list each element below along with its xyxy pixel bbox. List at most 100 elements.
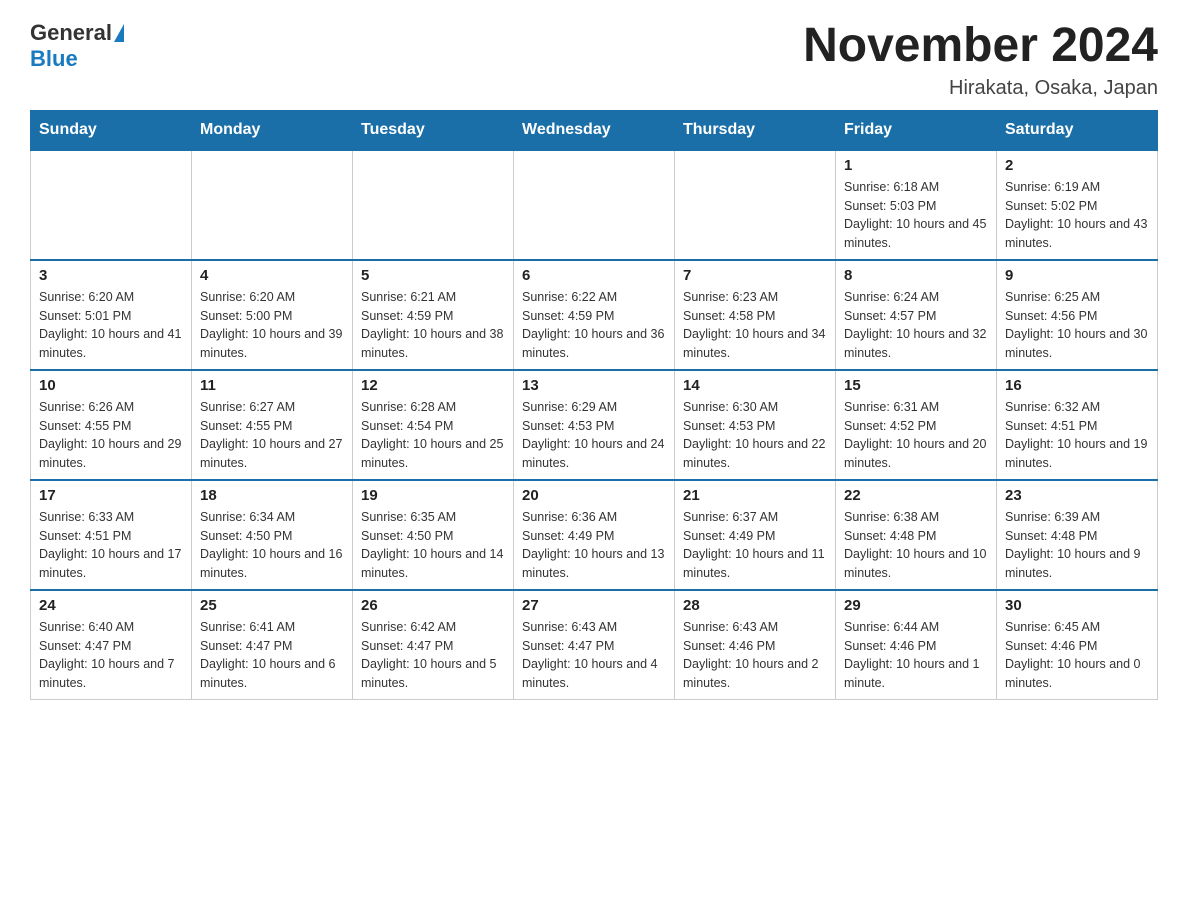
calendar-cell: 1 Sunrise: 6:18 AM Sunset: 5:03 PM Daylig… <box>836 150 997 260</box>
day-number: 25 <box>200 597 344 614</box>
day-info: Sunrise: 6:18 AM Sunset: 5:03 PM Dayligh… <box>844 178 988 253</box>
day-number: 23 <box>1005 487 1149 504</box>
calendar-cell: 20 Sunrise: 6:36 AM Sunset: 4:49 PM Dayli… <box>514 480 675 590</box>
calendar-week-row: 17 Sunrise: 6:33 AM Sunset: 4:51 PM Dayli… <box>31 480 1158 590</box>
day-info: Sunrise: 6:23 AM Sunset: 4:58 PM Dayligh… <box>683 288 827 363</box>
day-number: 16 <box>1005 377 1149 394</box>
day-info: Sunrise: 6:21 AM Sunset: 4:59 PM Dayligh… <box>361 288 505 363</box>
day-info: Sunrise: 6:22 AM Sunset: 4:59 PM Dayligh… <box>522 288 666 363</box>
calendar-cell: 27Sunrise: 6:43 AM Sunset: 4:47 PM Dayli… <box>514 590 675 700</box>
day-number: 14 <box>683 377 827 394</box>
day-number: 17 <box>39 487 183 504</box>
calendar-cell: 24 Sunrise: 6:40 AM Sunset: 4:47 PM Dayli… <box>31 590 192 700</box>
day-info: Sunrise: 6:30 AM Sunset: 4:53 PM Dayligh… <box>683 398 827 473</box>
month-title: November 2024 <box>803 20 1158 73</box>
calendar-cell: 23 Sunrise: 6:39 AM Sunset: 4:48 PM Dayli… <box>997 480 1158 590</box>
calendar-cell: 14 Sunrise: 6:30 AM Sunset: 4:53 PM Dayli… <box>675 370 836 480</box>
calendar-cell <box>192 150 353 260</box>
calendar-cell: 6 Sunrise: 6:22 AM Sunset: 4:59 PM Daylig… <box>514 260 675 370</box>
day-info: Sunrise: 6:19 AM Sunset: 5:02 PM Dayligh… <box>1005 178 1149 253</box>
day-info: Sunrise: 6:20 AM Sunset: 5:01 PM Dayligh… <box>39 288 183 363</box>
calendar-cell: 2Sunrise: 6:19 AM Sunset: 5:02 PM Daylig… <box>997 150 1158 260</box>
day-info: Sunrise: 6:45 AM Sunset: 4:46 PM Dayligh… <box>1005 618 1149 693</box>
calendar-cell: 13Sunrise: 6:29 AM Sunset: 4:53 PM Dayli… <box>514 370 675 480</box>
calendar-cell: 10 Sunrise: 6:26 AM Sunset: 4:55 PM Dayli… <box>31 370 192 480</box>
calendar-cell: 8 Sunrise: 6:24 AM Sunset: 4:57 PM Daylig… <box>836 260 997 370</box>
calendar-week-row: 1 Sunrise: 6:18 AM Sunset: 5:03 PM Daylig… <box>31 150 1158 260</box>
calendar-table: SundayMondayTuesdayWednesdayThursdayFrid… <box>30 110 1158 700</box>
weekday-header-monday: Monday <box>192 110 353 150</box>
day-info: Sunrise: 6:25 AM Sunset: 4:56 PM Dayligh… <box>1005 288 1149 363</box>
calendar-cell: 26 Sunrise: 6:42 AM Sunset: 4:47 PM Dayli… <box>353 590 514 700</box>
calendar-cell <box>514 150 675 260</box>
day-number: 22 <box>844 487 988 504</box>
day-number: 3 <box>39 267 183 284</box>
day-info: Sunrise: 6:24 AM Sunset: 4:57 PM Dayligh… <box>844 288 988 363</box>
day-info: Sunrise: 6:39 AM Sunset: 4:48 PM Dayligh… <box>1005 508 1149 583</box>
calendar-cell: 11 Sunrise: 6:27 AM Sunset: 4:55 PM Dayli… <box>192 370 353 480</box>
day-number: 13 <box>522 377 666 394</box>
calendar-week-row: 24 Sunrise: 6:40 AM Sunset: 4:47 PM Dayli… <box>31 590 1158 700</box>
day-info: Sunrise: 6:41 AM Sunset: 4:47 PM Dayligh… <box>200 618 344 693</box>
day-number: 27 <box>522 597 666 614</box>
weekday-header-saturday: Saturday <box>997 110 1158 150</box>
day-info: Sunrise: 6:44 AM Sunset: 4:46 PM Dayligh… <box>844 618 988 693</box>
day-number: 6 <box>522 267 666 284</box>
logo: General Blue <box>30 20 126 72</box>
weekday-header-wednesday: Wednesday <box>514 110 675 150</box>
day-info: Sunrise: 6:36 AM Sunset: 4:49 PM Dayligh… <box>522 508 666 583</box>
day-info: Sunrise: 6:37 AM Sunset: 4:49 PM Dayligh… <box>683 508 827 583</box>
day-number: 29 <box>844 597 988 614</box>
calendar-week-row: 10 Sunrise: 6:26 AM Sunset: 4:55 PM Dayli… <box>31 370 1158 480</box>
day-number: 24 <box>39 597 183 614</box>
calendar-cell: 17 Sunrise: 6:33 AM Sunset: 4:51 PM Dayli… <box>31 480 192 590</box>
day-info: Sunrise: 6:31 AM Sunset: 4:52 PM Dayligh… <box>844 398 988 473</box>
calendar-cell: 18Sunrise: 6:34 AM Sunset: 4:50 PM Dayli… <box>192 480 353 590</box>
calendar-cell: 19Sunrise: 6:35 AM Sunset: 4:50 PM Dayli… <box>353 480 514 590</box>
calendar-cell: 15 Sunrise: 6:31 AM Sunset: 4:52 PM Dayli… <box>836 370 997 480</box>
calendar-cell: 9 Sunrise: 6:25 AM Sunset: 4:56 PM Daylig… <box>997 260 1158 370</box>
calendar-cell: 5Sunrise: 6:21 AM Sunset: 4:59 PM Daylig… <box>353 260 514 370</box>
day-info: Sunrise: 6:38 AM Sunset: 4:48 PM Dayligh… <box>844 508 988 583</box>
day-number: 18 <box>200 487 344 504</box>
calendar-cell <box>31 150 192 260</box>
day-info: Sunrise: 6:40 AM Sunset: 4:47 PM Dayligh… <box>39 618 183 693</box>
calendar-cell: 16 Sunrise: 6:32 AM Sunset: 4:51 PM Dayli… <box>997 370 1158 480</box>
logo-general-text: General <box>30 20 112 46</box>
day-info: Sunrise: 6:42 AM Sunset: 4:47 PM Dayligh… <box>361 618 505 693</box>
weekday-header-tuesday: Tuesday <box>353 110 514 150</box>
day-info: Sunrise: 6:28 AM Sunset: 4:54 PM Dayligh… <box>361 398 505 473</box>
weekday-header-thursday: Thursday <box>675 110 836 150</box>
day-number: 10 <box>39 377 183 394</box>
day-number: 15 <box>844 377 988 394</box>
day-number: 20 <box>522 487 666 504</box>
calendar-cell <box>675 150 836 260</box>
day-number: 30 <box>1005 597 1149 614</box>
day-info: Sunrise: 6:32 AM Sunset: 4:51 PM Dayligh… <box>1005 398 1149 473</box>
calendar-cell: 3 Sunrise: 6:20 AM Sunset: 5:01 PM Daylig… <box>31 260 192 370</box>
day-info: Sunrise: 6:43 AM Sunset: 4:46 PM Dayligh… <box>683 618 827 693</box>
calendar-cell: 25 Sunrise: 6:41 AM Sunset: 4:47 PM Dayli… <box>192 590 353 700</box>
day-number: 8 <box>844 267 988 284</box>
weekday-header-sunday: Sunday <box>31 110 192 150</box>
day-info: Sunrise: 6:27 AM Sunset: 4:55 PM Dayligh… <box>200 398 344 473</box>
day-number: 9 <box>1005 267 1149 284</box>
calendar-cell: 22 Sunrise: 6:38 AM Sunset: 4:48 PM Dayli… <box>836 480 997 590</box>
logo-triangle-icon <box>114 24 124 42</box>
calendar-cell: 7Sunrise: 6:23 AM Sunset: 4:58 PM Daylig… <box>675 260 836 370</box>
day-info: Sunrise: 6:35 AM Sunset: 4:50 PM Dayligh… <box>361 508 505 583</box>
day-info: Sunrise: 6:20 AM Sunset: 5:00 PM Dayligh… <box>200 288 344 363</box>
day-info: Sunrise: 6:26 AM Sunset: 4:55 PM Dayligh… <box>39 398 183 473</box>
day-number: 4 <box>200 267 344 284</box>
calendar-cell <box>353 150 514 260</box>
calendar-cell: 21Sunrise: 6:37 AM Sunset: 4:49 PM Dayli… <box>675 480 836 590</box>
day-info: Sunrise: 6:33 AM Sunset: 4:51 PM Dayligh… <box>39 508 183 583</box>
calendar-week-row: 3 Sunrise: 6:20 AM Sunset: 5:01 PM Daylig… <box>31 260 1158 370</box>
calendar-cell: 28Sunrise: 6:43 AM Sunset: 4:46 PM Dayli… <box>675 590 836 700</box>
day-number: 11 <box>200 377 344 394</box>
day-number: 26 <box>361 597 505 614</box>
day-number: 1 <box>844 157 988 174</box>
location-label: Hirakata, Osaka, Japan <box>803 77 1158 100</box>
calendar-cell: 4 Sunrise: 6:20 AM Sunset: 5:00 PM Daylig… <box>192 260 353 370</box>
page-header: General Blue November 2024 Hirakata, Osa… <box>30 20 1158 100</box>
